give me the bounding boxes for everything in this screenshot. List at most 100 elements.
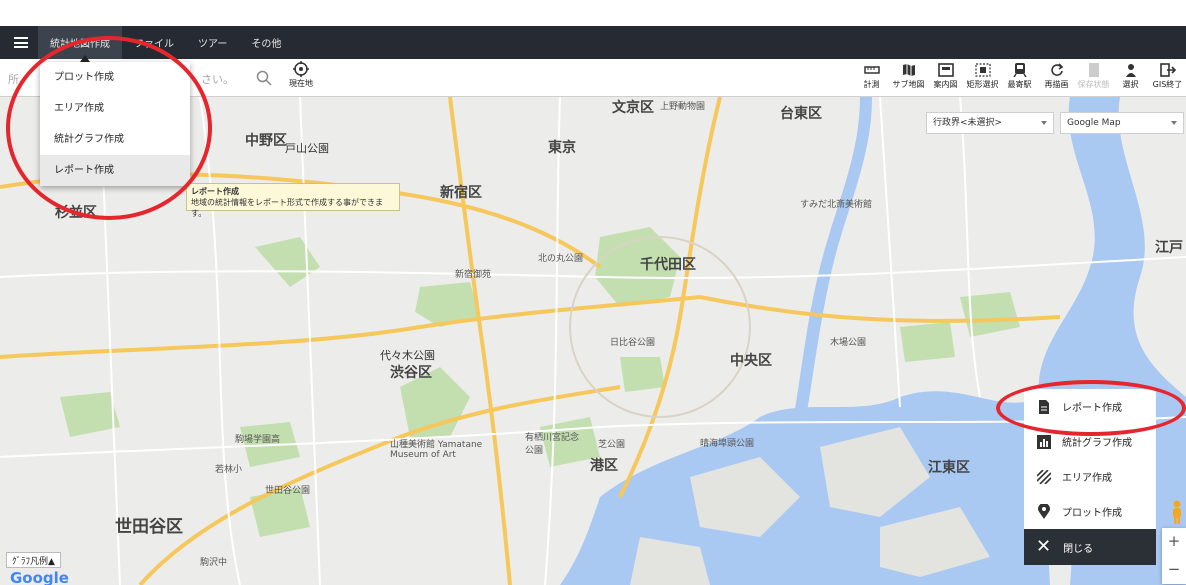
tool-submap[interactable]: サブ地図 xyxy=(890,59,927,97)
pin-icon xyxy=(1036,504,1052,520)
map-label-shibuya: 渋谷区 xyxy=(390,365,432,381)
maptype-select-value: Google Map xyxy=(1067,118,1121,128)
zoom-in-button[interactable]: + xyxy=(1162,528,1186,556)
hatch-icon xyxy=(1036,469,1052,485)
zoom-control: + − xyxy=(1162,528,1186,584)
train-icon xyxy=(1012,63,1027,77)
tool-redraw-label: 再描画 xyxy=(1044,80,1069,89)
current-location-label: 現在地 xyxy=(289,79,313,88)
map-label-kiba: 木場公園 xyxy=(830,338,867,348)
boundary-select-value: 行政界<未選択> xyxy=(933,118,1003,128)
tooltip-body: 地域の統計情報をレポート形式で作成する事ができます。 xyxy=(191,198,383,218)
fab-item-report[interactable]: レポート作成 xyxy=(1024,389,1156,424)
report-tooltip: レポート作成 地域の統計情報をレポート形式で作成する事ができます。 xyxy=(186,183,400,218)
search-text-right: さい。 xyxy=(201,73,234,86)
zoom-out-button[interactable]: − xyxy=(1162,556,1186,584)
close-icon: ✕ xyxy=(1036,536,1052,557)
map-label-arisugawa: 有栖川宮記念公園 xyxy=(525,433,580,456)
current-location-button[interactable]: 現在地 xyxy=(286,61,316,95)
fab-item-stat-graph[interactable]: 統計グラフ作成 xyxy=(1024,424,1156,459)
tool-save-state[interactable]: 保存状態 xyxy=(1075,59,1112,97)
dropdown-item-plot[interactable]: プロット作成 xyxy=(40,62,190,93)
fab-item-plot-label: プロット作成 xyxy=(1062,508,1122,519)
map-label-nakano: 中野区 xyxy=(245,133,287,149)
boundary-select[interactable]: 行政界<未選択> xyxy=(926,112,1054,134)
tool-nearest-station[interactable]: 最寄駅 xyxy=(1001,59,1038,97)
tool-buttons: 計測 サブ地図 案内図 矩形選択 最寄駅 再描画 保存状態 選択 GIS終了 xyxy=(853,59,1186,97)
maptype-select[interactable]: Google Map xyxy=(1060,112,1184,134)
search-text-left: 所、 xyxy=(8,73,30,86)
map-label-chiyoda: 千代田区 xyxy=(640,257,696,273)
fab-item-area-label: エリア作成 xyxy=(1062,473,1112,484)
map-label-shinjuku: 新宿区 xyxy=(440,185,482,201)
map-label-komazawa: 駒沢中 xyxy=(200,558,228,568)
map-label-komaba: 駒場学園高 xyxy=(235,435,281,445)
hamburger-menu-icon[interactable] xyxy=(14,37,28,48)
tool-submap-label: サブ地図 xyxy=(892,80,925,89)
map-label-shinjuku-gyoen: 新宿御苑 xyxy=(455,270,492,280)
tooltip-title: レポート作成 xyxy=(191,187,239,196)
tool-measure[interactable]: 計測 xyxy=(853,59,890,97)
map-label-hibiya: 日比谷公園 xyxy=(610,338,656,348)
menu-items: 統計地図作成 ファイル ツアー その他 xyxy=(38,26,293,59)
dropdown-caret xyxy=(80,55,90,62)
tool-select[interactable]: 選択 xyxy=(1112,59,1149,97)
map-label-setagaya-park: 世田谷公園 xyxy=(265,486,311,496)
tool-guide[interactable]: 案内図 xyxy=(927,59,964,97)
tool-measure-label: 計測 xyxy=(863,80,880,89)
map-label-suginami: 杉並区 xyxy=(55,205,97,221)
dropdown-item-stat-graph[interactable]: 統計グラフ作成 xyxy=(40,124,190,155)
crosshair-icon xyxy=(293,61,309,77)
menu-tour[interactable]: ツアー xyxy=(186,26,239,59)
fab-item-stat-graph-label: 統計グラフ作成 xyxy=(1062,438,1132,449)
document-icon xyxy=(1036,399,1052,415)
bar-chart-icon xyxy=(1036,434,1052,450)
map-label-setagaya: 世田谷区 xyxy=(115,517,183,537)
refresh-icon xyxy=(1050,63,1063,76)
map-label-harumi: 晴海埠頭公園 xyxy=(700,439,755,449)
dropdown-item-report[interactable]: レポート作成 xyxy=(40,155,190,186)
map-label-minato: 港区 xyxy=(590,458,618,474)
map-label-taito: 台東区 xyxy=(780,106,822,122)
save-icon xyxy=(1088,63,1099,77)
map-label-museum: 山種美術館 Yamatane Museum of Art xyxy=(390,440,483,460)
fab-close-label: 閉じる xyxy=(1063,543,1094,555)
fab-item-area[interactable]: エリア作成 xyxy=(1024,459,1156,494)
map-icon xyxy=(902,64,915,76)
graph-legend-toggle[interactable]: ｸﾞﾗﾌ凡例▲ xyxy=(6,552,61,568)
search-icon[interactable] xyxy=(256,70,272,86)
google-logo-text: Google xyxy=(10,569,69,585)
dropdown-item-area[interactable]: エリア作成 xyxy=(40,93,190,124)
menu-other[interactable]: その他 xyxy=(239,26,293,59)
tool-redraw[interactable]: 再描画 xyxy=(1038,59,1075,97)
pegman-icon[interactable] xyxy=(1170,500,1184,524)
chevron-down-icon xyxy=(1171,121,1177,125)
menubar: 統計地図作成 ファイル ツアー その他 xyxy=(0,26,1186,59)
map-label-wakabayashi: 若林小 xyxy=(215,465,243,475)
tool-rect-select-label: 矩形選択 xyxy=(966,80,999,89)
fab-create-menu: レポート作成 統計グラフ作成 エリア作成 プロット作成 ✕ 閉じる xyxy=(1024,389,1156,565)
map-label-kitanomaru: 北の丸公園 xyxy=(538,254,584,264)
map-label-ueno: 上野動物園 xyxy=(660,102,706,112)
ruler-icon xyxy=(863,66,880,74)
map-label-tokyo: 東京 xyxy=(548,140,576,156)
tool-save-state-label: 保存状態 xyxy=(1077,80,1110,89)
rect-select-icon xyxy=(974,63,991,77)
tool-gis-exit[interactable]: GIS終了 xyxy=(1149,59,1186,97)
map-label-edo: 江戸 xyxy=(1155,240,1183,256)
tool-guide-label: 案内図 xyxy=(933,80,958,89)
fab-item-plot[interactable]: プロット作成 xyxy=(1024,494,1156,529)
create-dropdown-menu: プロット作成 エリア作成 統計グラフ作成 レポート作成 xyxy=(40,55,190,186)
guide-map-icon xyxy=(937,63,954,77)
map-label-koto: 江東区 xyxy=(928,460,970,476)
tool-rect-select[interactable]: 矩形選択 xyxy=(964,59,1001,97)
map-label-toyama: 戸山公園 xyxy=(285,142,329,155)
map-label-sumida: すみだ北斎美術館 xyxy=(800,200,873,210)
chevron-down-icon xyxy=(1041,121,1047,125)
map-label-shiba: 芝公園 xyxy=(598,440,626,450)
menu-file[interactable]: ファイル xyxy=(122,26,186,59)
google-logo: Google xyxy=(10,569,69,585)
fab-close-button[interactable]: ✕ 閉じる xyxy=(1024,529,1156,565)
map-label-yoyogi: 代々木公園 xyxy=(380,349,435,362)
tool-nearest-station-label: 最寄駅 xyxy=(1007,80,1032,89)
